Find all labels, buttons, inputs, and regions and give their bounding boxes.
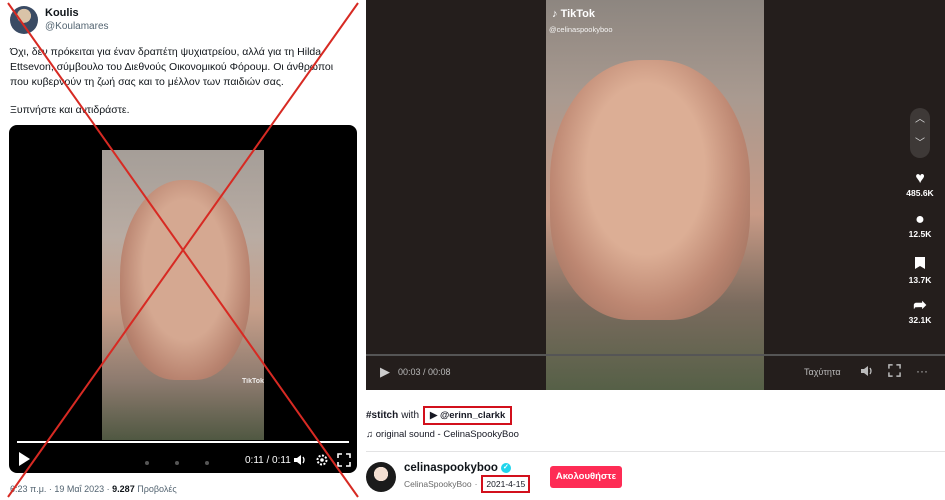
video-frame: TikTok — [102, 150, 264, 440]
music-note-icon: ♫ — [366, 429, 374, 440]
like-count: 485.6K — [906, 188, 934, 198]
save-button[interactable]: 13.7K — [901, 256, 939, 285]
chevron-down-icon[interactable]: ﹀ — [910, 132, 930, 156]
stitch-hashtag[interactable]: #stitch — [366, 410, 398, 421]
author-display-name: CelinaSpookyBoo — [404, 479, 472, 489]
video-face-image — [550, 60, 750, 320]
tweet-video-player[interactable]: TikTok 0:11 / 0:11 — [9, 125, 357, 473]
more-icon[interactable]: ··· — [916, 364, 928, 378]
tweet-timestamp[interactable]: 6:23 π.μ. · 19 Μαΐ 2023 · — [10, 484, 110, 494]
video-controls: 0:11 / 0:11 — [9, 451, 357, 471]
comment-icon: ● — [915, 211, 925, 228]
fullscreen-icon[interactable] — [888, 364, 901, 380]
views-count: 9.287 — [112, 484, 135, 494]
author-username[interactable]: celinaspookyboo ✓ — [404, 461, 530, 475]
stitch-user-link[interactable]: ▶ @erinn_clarkk — [423, 406, 513, 425]
volume-icon[interactable] — [860, 364, 874, 381]
tweet-paragraph: Ξυπνήστε και αντιδράστε. — [10, 104, 130, 116]
author-info: celinaspookyboo ✓ CelinaSpookyBoo · 2021… — [366, 461, 531, 493]
video-nav: ︿ ﹀ — [910, 108, 930, 158]
speed-button[interactable]: Ταχύτητα — [804, 367, 841, 377]
video-face-image — [120, 180, 250, 380]
gear-icon[interactable] — [315, 453, 329, 470]
stitch-with-label: with — [401, 410, 420, 421]
share-count: 32.1K — [908, 315, 932, 325]
tiktok-watermark: TikTok — [242, 378, 264, 385]
avatar[interactable] — [10, 6, 38, 34]
sound-link[interactable]: ♫ original sound - CelinaSpookyBoo — [366, 429, 519, 440]
sound-label: original sound - CelinaSpookyBoo — [375, 429, 519, 440]
like-button[interactable]: ♥ 485.6K — [901, 170, 939, 198]
fullscreen-icon[interactable] — [337, 453, 351, 470]
author-name[interactable]: Koulis — [45, 7, 109, 20]
screenshot-composite: Koulis @Koulamares Όχι, δεν πρόκειται γι… — [0, 0, 945, 500]
views-label: Προβολές — [137, 484, 177, 494]
tiktok-logo-watermark: ♪ TikTok — [552, 8, 595, 20]
tweet-panel: Koulis @Koulamares Όχι, δεν πρόκειται γι… — [0, 0, 362, 500]
video-time: 0:11 / 0:11 — [245, 455, 291, 466]
tweet-header: Koulis @Koulamares — [10, 4, 109, 36]
author-handle[interactable]: @Koulamares — [45, 20, 109, 33]
share-icon: ➦ — [913, 297, 927, 314]
video-progress-bar[interactable] — [366, 354, 945, 356]
video-frame — [546, 0, 764, 390]
stitch-caption: #stitch with ▶ @erinn_clarkk — [366, 406, 513, 425]
watermark-handle: @celinaspookyboo — [549, 25, 613, 34]
tweet-text: Όχι, δεν πρόκειται για έναν δραπέτη ψυχι… — [10, 45, 350, 131]
play-icon[interactable]: ▶ — [380, 364, 390, 380]
comment-button[interactable]: ● 12.5K — [901, 211, 939, 239]
post-date: 2021-4-15 — [481, 475, 531, 493]
save-count: 13.7K — [908, 275, 932, 285]
video-controls: ▶ 00:03 / 00:08 Ταχύτητα ··· — [366, 362, 945, 384]
author-subline: CelinaSpookyBoo · 2021-4-15 — [404, 475, 531, 493]
carousel-dots — [145, 461, 209, 465]
chevron-up-icon[interactable]: ︿ — [910, 108, 930, 132]
verified-icon: ✓ — [500, 463, 511, 473]
comment-count: 12.5K — [908, 229, 932, 239]
play-icon[interactable] — [17, 451, 31, 470]
tiktok-video-player[interactable]: ♪ TikTok @celinaspookyboo ︿ ﹀ ♥ 485.6K ●… — [366, 0, 945, 390]
volume-icon[interactable] — [293, 453, 307, 470]
video-time: 00:03 / 00:08 — [398, 367, 451, 377]
bookmark-icon — [901, 256, 939, 275]
video-progress-bar[interactable] — [17, 441, 349, 443]
tweet-paragraph: Όχι, δεν πρόκειται για έναν δραπέτη ψυχι… — [10, 46, 334, 88]
tweet-meta: 6:23 π.μ. · 19 Μαΐ 2023 · 9.287 Προβολές — [10, 484, 177, 494]
follow-button[interactable]: Ακολουθήστε — [550, 466, 622, 488]
divider — [366, 451, 945, 452]
tiktok-panel: ♪ TikTok @celinaspookyboo ︿ ﹀ ♥ 485.6K ●… — [366, 0, 945, 500]
avatar[interactable] — [366, 462, 396, 492]
heart-icon: ♥ — [915, 170, 925, 187]
share-button[interactable]: ➦ 32.1K — [901, 297, 939, 325]
